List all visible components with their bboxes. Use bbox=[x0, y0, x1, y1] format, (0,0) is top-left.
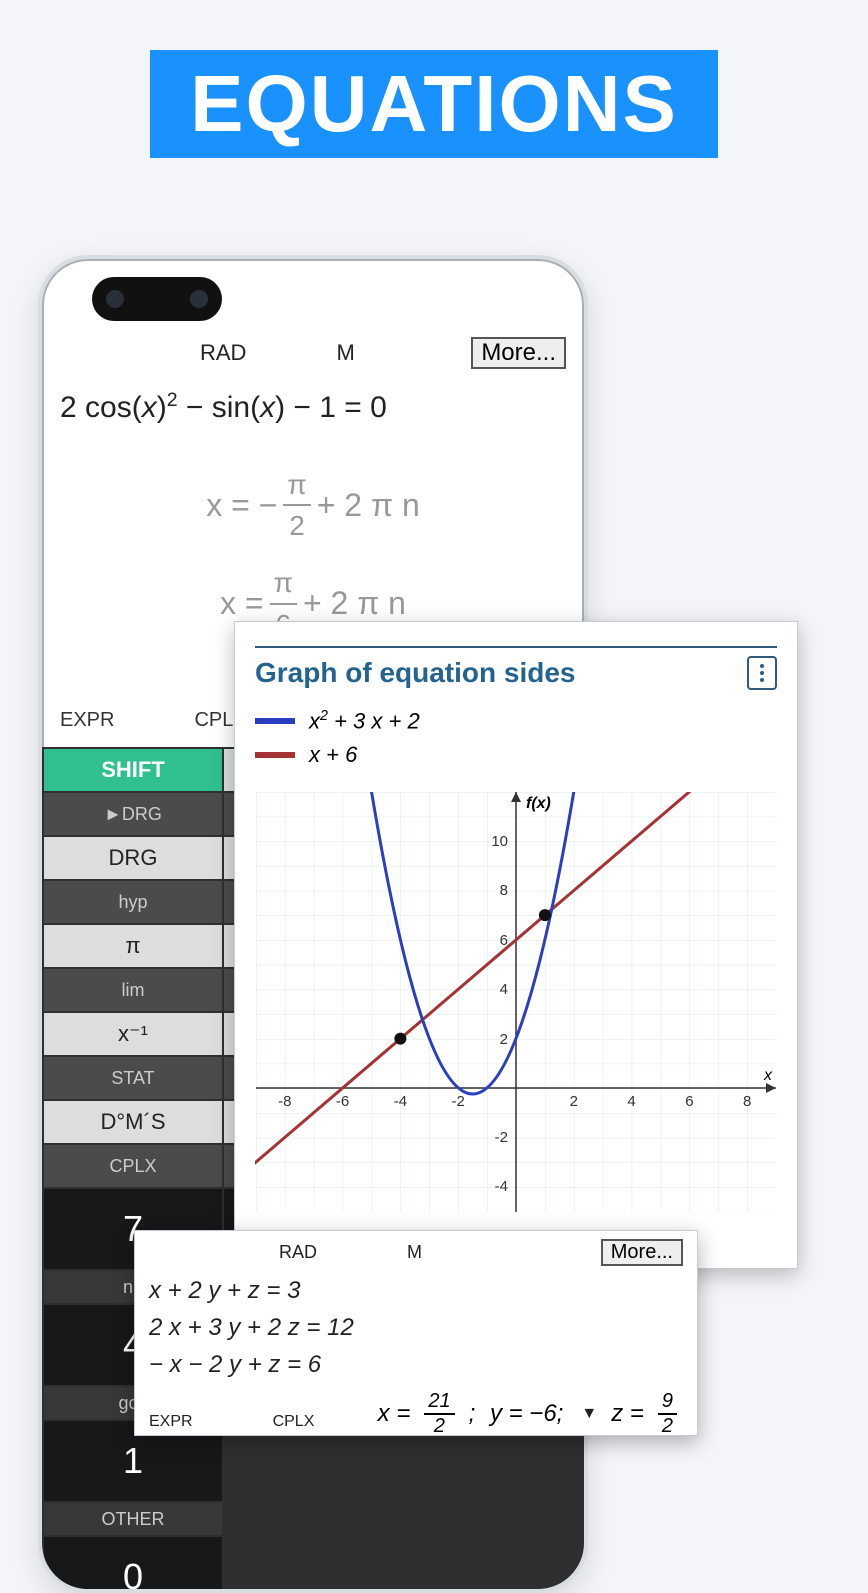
svg-text:4: 4 bbox=[627, 1093, 635, 1110]
svg-text:6: 6 bbox=[685, 1093, 693, 1110]
system-eq-3: − x − 2 y + z = 6 bbox=[149, 1346, 683, 1383]
system-tabs: EXPR CPLX bbox=[149, 1413, 314, 1431]
legend-swatch-icon bbox=[255, 718, 295, 724]
more-button[interactable]: More... bbox=[471, 337, 566, 369]
svg-text:-6: -6 bbox=[336, 1093, 349, 1110]
key-dms[interactable]: D°M´S bbox=[44, 1101, 222, 1143]
system-angle-mode: RAD bbox=[279, 1242, 317, 1263]
graph-title: Graph of equation sides bbox=[255, 657, 575, 689]
svg-text:8: 8 bbox=[500, 882, 508, 899]
key-stat[interactable]: STAT bbox=[44, 1057, 222, 1099]
key-drg-alt[interactable]: ►DRG bbox=[44, 793, 222, 835]
legend-series-1: x2 + 3 x + 2 bbox=[255, 708, 777, 734]
solution-1: x = − π2 + 2 π n bbox=[60, 465, 566, 545]
system-status-bar: RAD M More... bbox=[149, 1239, 683, 1266]
key-lim[interactable]: lim bbox=[44, 969, 222, 1011]
svg-text:-4: -4 bbox=[495, 1178, 508, 1195]
system-tab-cplx[interactable]: CPLX bbox=[273, 1413, 315, 1431]
svg-text:-2: -2 bbox=[495, 1129, 508, 1146]
key-xinv[interactable]: x⁻¹ bbox=[44, 1013, 222, 1055]
key-cplx[interactable]: CPLX bbox=[44, 1145, 222, 1187]
system-equations[interactable]: x + 2 y + z = 3 2 x + 3 y + 2 z = 12 − x… bbox=[149, 1272, 683, 1384]
system-eq-2: 2 x + 3 y + 2 z = 12 bbox=[149, 1309, 683, 1346]
key-other[interactable]: OTHER bbox=[44, 1503, 222, 1535]
mode-tabs: EXPR CPLX bbox=[60, 709, 247, 732]
legend-series-2: x + 6 bbox=[255, 742, 777, 768]
key-shift[interactable]: SHIFT bbox=[44, 749, 222, 791]
phone-notch bbox=[92, 277, 222, 321]
equation-input[interactable]: 2 cos(x)2 − sin(x) − 1 = 0 bbox=[60, 389, 566, 425]
key-pi[interactable]: π bbox=[44, 925, 222, 967]
graph-title-row: Graph of equation sides bbox=[255, 646, 777, 690]
tab-expr[interactable]: EXPR bbox=[60, 709, 114, 732]
system-memory-indicator: M bbox=[407, 1242, 422, 1263]
svg-text:2: 2 bbox=[570, 1093, 578, 1110]
graph-plot[interactable]: x f(x) -8-6 -4-2 24 68 24 68 10 -2-4 bbox=[255, 792, 777, 1212]
graph-popup: Graph of equation sides x2 + 3 x + 2 x +… bbox=[234, 621, 798, 1269]
legend-swatch-icon bbox=[255, 752, 295, 758]
key-drg[interactable]: DRG bbox=[44, 837, 222, 879]
system-popup: RAD M More... x + 2 y + z = 3 2 x + 3 y … bbox=[134, 1230, 698, 1436]
solutions: x = − π2 + 2 π n x = π6 + 2 π n bbox=[60, 465, 566, 644]
y-axis-label: f(x) bbox=[526, 795, 551, 812]
graph-menu-button[interactable] bbox=[747, 656, 777, 690]
system-eq-1: x + 2 y + z = 3 bbox=[149, 1272, 683, 1309]
svg-text:-2: -2 bbox=[452, 1093, 465, 1110]
svg-text:8: 8 bbox=[743, 1093, 751, 1110]
angle-mode: RAD bbox=[200, 340, 246, 366]
svg-text:10: 10 bbox=[491, 833, 508, 850]
svg-text:-4: -4 bbox=[394, 1093, 407, 1110]
banner-title: EQUATIONS bbox=[150, 50, 718, 158]
svg-text:4: 4 bbox=[500, 981, 508, 998]
system-tab-expr[interactable]: EXPR bbox=[149, 1413, 193, 1431]
svg-text:-8: -8 bbox=[278, 1093, 291, 1110]
graph-legend: x2 + 3 x + 2 x + 6 bbox=[255, 708, 777, 768]
system-more-button[interactable]: More... bbox=[601, 1239, 683, 1266]
status-bar: RAD M More... bbox=[42, 337, 584, 369]
memory-indicator: M bbox=[336, 340, 354, 366]
key-0[interactable]: 0 bbox=[44, 1537, 222, 1593]
chevron-down-icon[interactable]: ▼ bbox=[581, 1405, 597, 1423]
key-hyp[interactable]: hyp bbox=[44, 881, 222, 923]
x-axis-label: x bbox=[763, 1067, 773, 1084]
svg-text:2: 2 bbox=[500, 1031, 508, 1048]
